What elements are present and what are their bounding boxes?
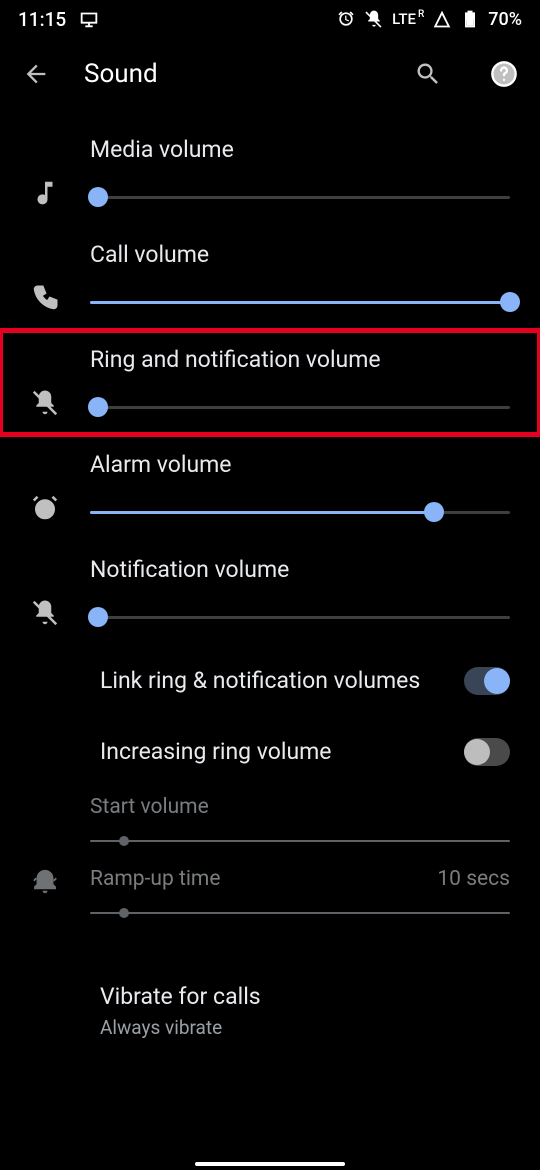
ring-volume-label: Ring and notification volume <box>90 346 510 373</box>
ring-volume-slider[interactable] <box>90 395 510 419</box>
increasing-ring-toggle[interactable] <box>464 738 510 766</box>
phone-icon <box>0 241 90 313</box>
screen-cast-icon <box>78 8 100 30</box>
back-button[interactable] <box>20 58 52 90</box>
increasing-ring-label: Increasing ring volume <box>100 736 464 767</box>
status-time: 11:15 <box>18 8 66 31</box>
link-volumes-label: Link ring & notification volumes <box>100 665 464 696</box>
gesture-nav-indicator[interactable] <box>195 1162 345 1166</box>
notification-off-icon <box>0 556 90 628</box>
ramp-time-value: 10 secs <box>437 867 510 891</box>
media-volume-slider[interactable] <box>90 185 510 209</box>
notification-volume-slider[interactable] <box>90 605 510 629</box>
signal-icon <box>432 9 452 29</box>
music-note-icon <box>0 136 90 208</box>
vibrate-for-calls-row[interactable]: Vibrate for calls Always vibrate <box>0 963 540 1059</box>
battery-icon <box>460 9 480 29</box>
status-bar: 11:15 LTE R 70% <box>0 0 540 38</box>
start-volume-label: Start volume <box>90 795 209 819</box>
ring-volume-icon <box>0 795 90 939</box>
battery-percent: 70% <box>488 9 522 30</box>
ring-notification-volume-row: Ring and notification volume <box>0 330 540 435</box>
roaming-indicator: R <box>418 9 424 20</box>
call-volume-slider[interactable] <box>90 290 510 314</box>
bell-off-icon <box>0 346 90 418</box>
ramp-time-slider <box>90 901 510 925</box>
call-volume-label: Call volume <box>90 241 510 268</box>
link-volumes-toggle[interactable] <box>464 667 510 695</box>
increasing-ring-sub-section: Start volume Ramp-up time 10 secs <box>0 787 540 963</box>
app-bar: Sound <box>0 38 540 110</box>
call-volume-row: Call volume <box>0 225 540 330</box>
start-volume-slider <box>90 829 510 853</box>
mute-icon <box>364 9 384 29</box>
help-button[interactable] <box>488 58 520 90</box>
network-type: LTE <box>392 10 416 28</box>
page-title: Sound <box>84 59 380 89</box>
media-volume-row: Media volume <box>0 120 540 225</box>
increasing-ring-row[interactable]: Increasing ring volume <box>0 716 540 787</box>
alarm-icon <box>336 9 356 29</box>
link-volumes-row[interactable]: Link ring & notification volumes <box>0 645 540 716</box>
ramp-time-label: Ramp-up time <box>90 867 220 891</box>
search-button[interactable] <box>412 58 444 90</box>
notification-volume-row: Notification volume <box>0 540 540 645</box>
media-volume-label: Media volume <box>90 136 510 163</box>
alarm-volume-slider[interactable] <box>90 500 510 524</box>
alarm-volume-label: Alarm volume <box>90 451 510 478</box>
vibrate-subtitle: Always vibrate <box>100 1016 510 1039</box>
alarm-volume-row: Alarm volume <box>0 435 540 540</box>
notification-volume-label: Notification volume <box>90 556 510 583</box>
vibrate-title: Vibrate for calls <box>100 983 510 1010</box>
alarm-clock-icon <box>0 451 90 523</box>
